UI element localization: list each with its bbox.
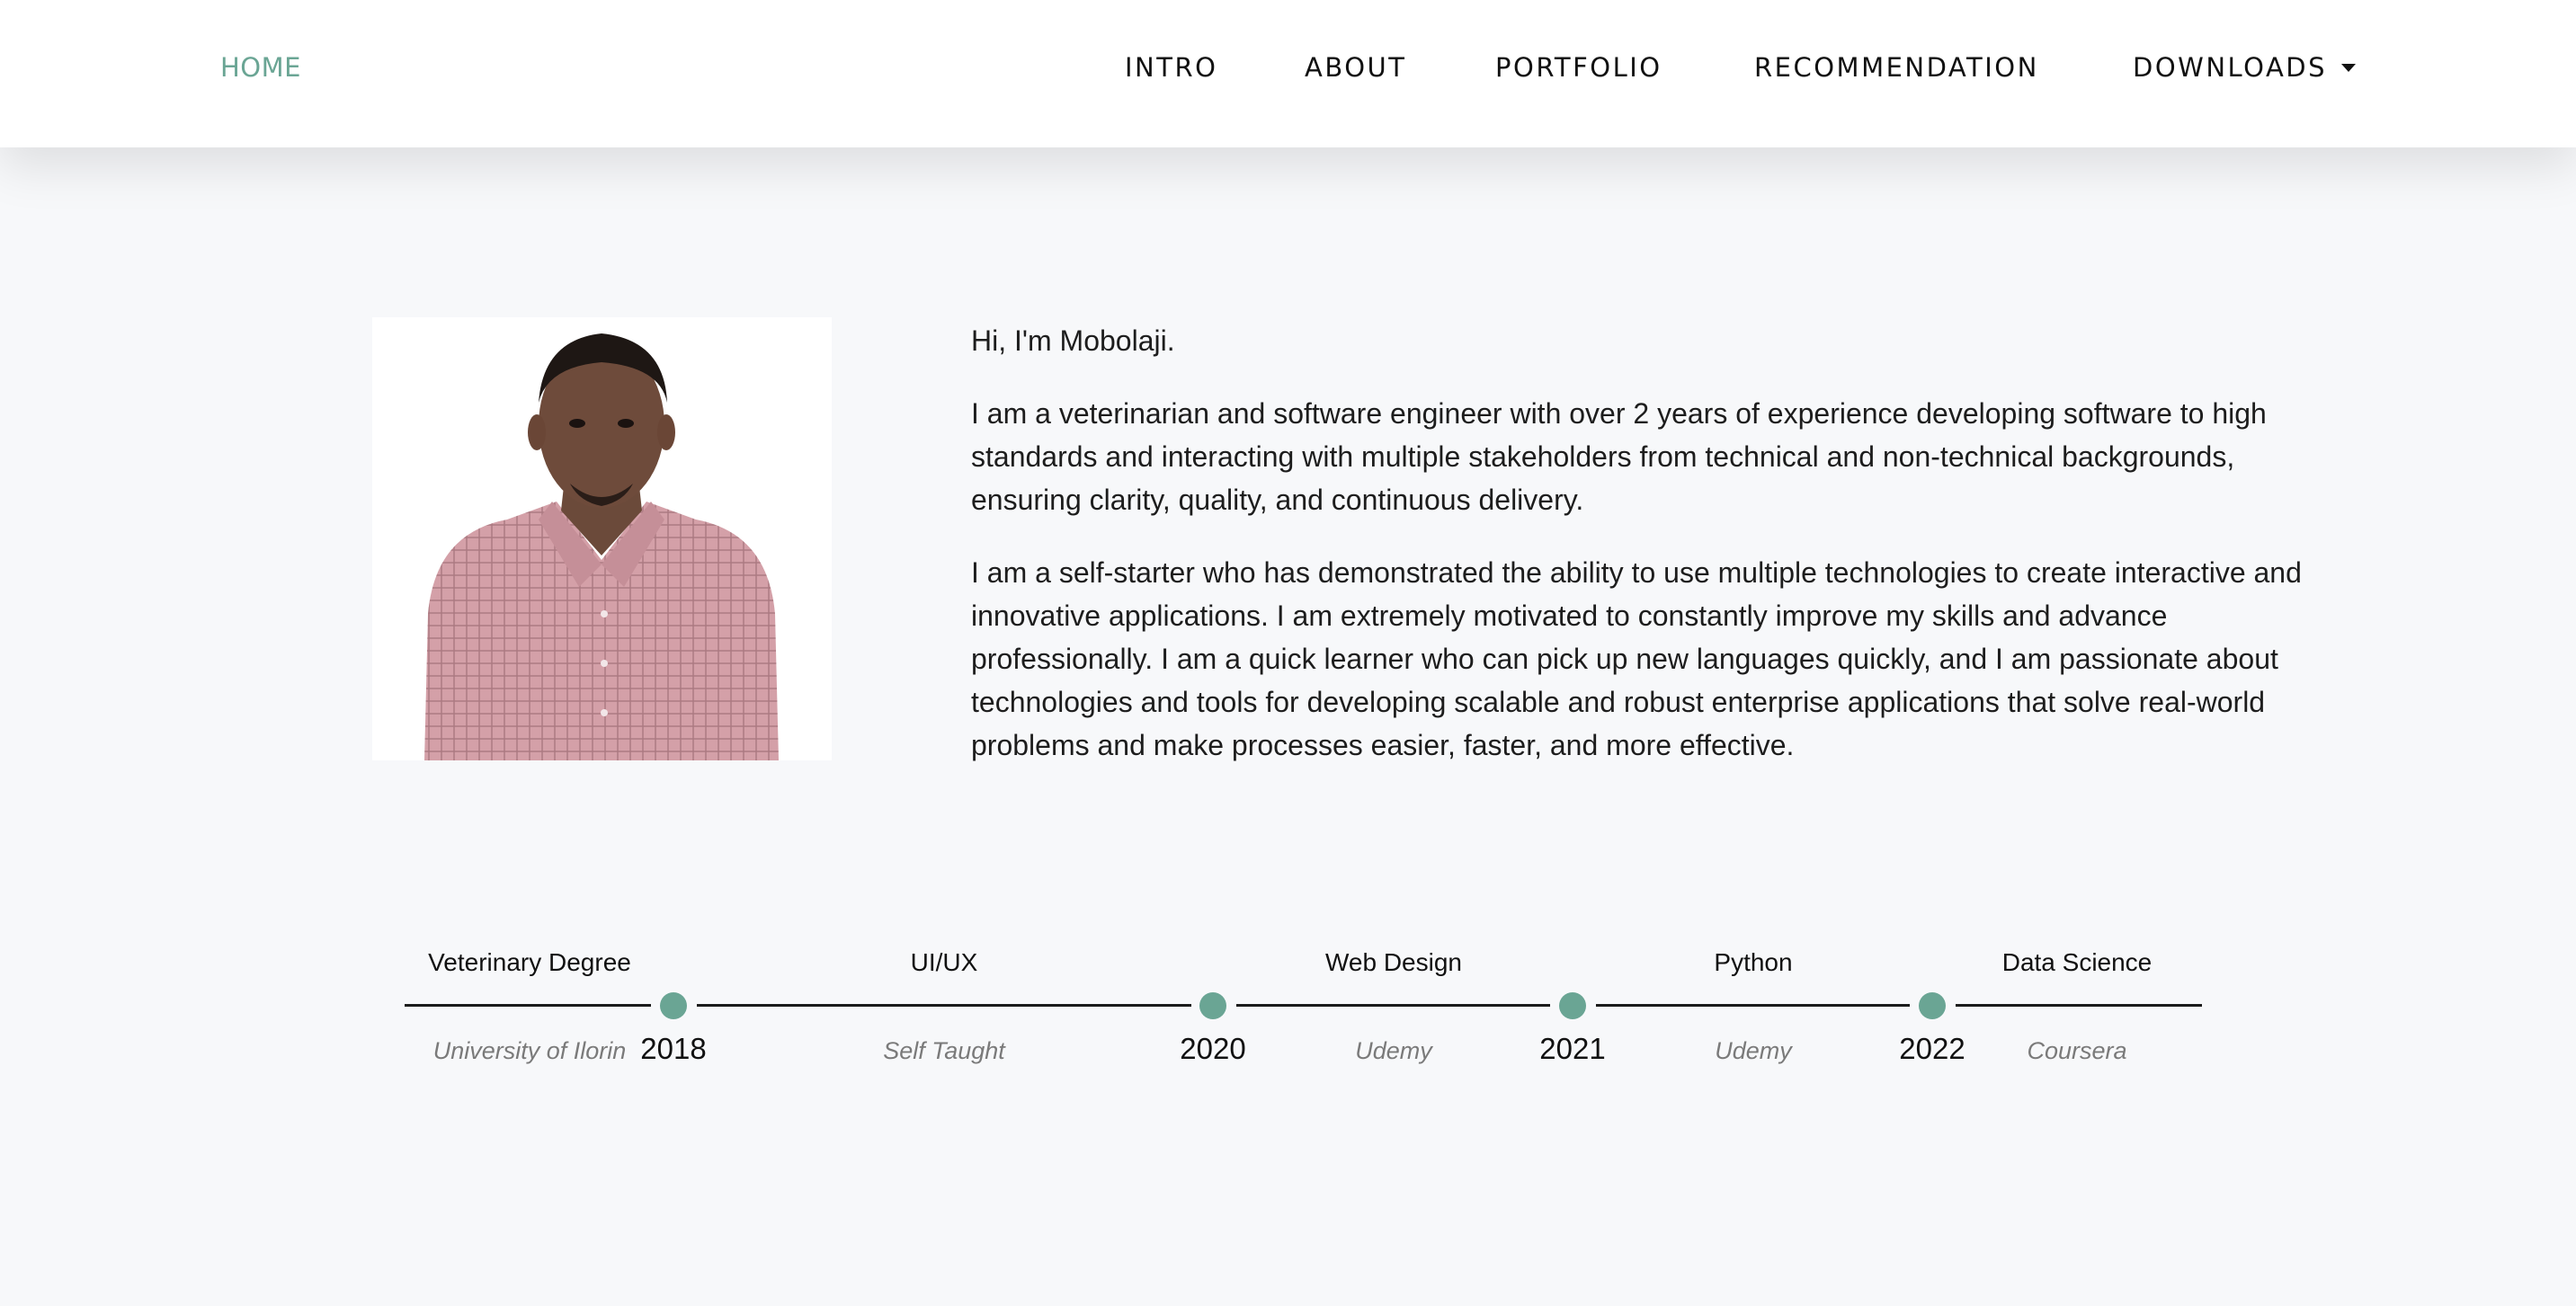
intro-greeting: Hi, I'm Mobolaji. (971, 324, 1175, 357)
timeline-dot (1199, 992, 1226, 1019)
nav-item-portfolio[interactable]: PORTFOLIO (1495, 52, 1662, 83)
nav-item-downloads-dropdown[interactable]: DOWNLOADS (2133, 52, 2357, 83)
intro-section: Hi, I'm Mobolaji. I am a veterinarian an… (971, 319, 2302, 796)
timeline-dot (660, 992, 687, 1019)
timeline-entry-title: Web Design (1324, 948, 1462, 976)
timeline-line-segment (1236, 1004, 1550, 1007)
timeline-dot (1919, 992, 1946, 1019)
timeline-entry-title: Data Science (2001, 948, 2153, 976)
nav-home-link[interactable]: HOME (220, 52, 301, 83)
profile-photo (372, 317, 832, 760)
timeline-line-segment (1596, 1004, 1910, 1007)
nav-item-about[interactable]: ABOUT (1305, 52, 1407, 83)
caret-down-icon (2341, 64, 2357, 72)
timeline-entry-subtitle: Udemy (1355, 1037, 1432, 1064)
timeline-entry-title: Veterinary Degree (428, 948, 631, 976)
timeline-line-segment (1956, 1004, 2202, 1007)
timeline-line-segment (697, 1004, 1191, 1007)
top-navbar: HOME INTRO ABOUT PORTFOLIO RECOMMENDATIO… (0, 0, 2576, 147)
nav-item-downloads-label: DOWNLOADS (2133, 52, 2328, 83)
timeline-entry-subtitle: University of Ilorin (432, 1037, 627, 1064)
timeline-entry-subtitle: Coursera (2027, 1037, 2127, 1064)
timeline-entry-title: UI/UX (910, 948, 978, 976)
intro-paragraph-experience: I am a veterinarian and software enginee… (971, 397, 2267, 516)
intro-paragraph-skills: I am a self-starter who has demonstrated… (971, 556, 2302, 761)
timeline-entry-subtitle: Udemy (1715, 1037, 1792, 1064)
timeline-entry-title: Python (1714, 948, 1793, 976)
timeline-line-segment (405, 1004, 651, 1007)
person-portrait-icon (372, 317, 832, 760)
timeline-dot (1559, 992, 1586, 1019)
nav-item-intro[interactable]: INTRO (1125, 52, 1217, 83)
timeline-entry-subtitle: Self Taught (883, 1037, 1005, 1064)
nav-item-recommendation[interactable]: RECOMMENDATION (1754, 52, 2039, 83)
